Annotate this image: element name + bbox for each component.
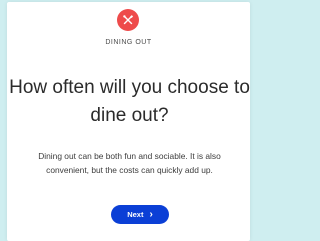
description: Dining out can be both fun and sociable.…	[13, 149, 246, 177]
question-line-1: How often will you choose to	[9, 77, 250, 98]
question-heading: How often will you choose to dine out?	[9, 74, 250, 130]
category-label: DINING OUT	[105, 39, 152, 46]
chevron-right-icon: ›	[149, 208, 153, 220]
utensils-icon	[122, 14, 134, 26]
question-line-2: dine out?	[90, 105, 169, 126]
next-button[interactable]: Next ›	[111, 205, 169, 224]
next-button-label: Next	[127, 210, 144, 219]
category-badge	[117, 9, 139, 31]
question-card: DINING OUT How often will you choose to …	[7, 2, 250, 241]
description-line-2: convenient, but the costs can quickly ad…	[46, 165, 213, 175]
description-line-1: Dining out can be both fun and sociable.…	[38, 151, 221, 161]
